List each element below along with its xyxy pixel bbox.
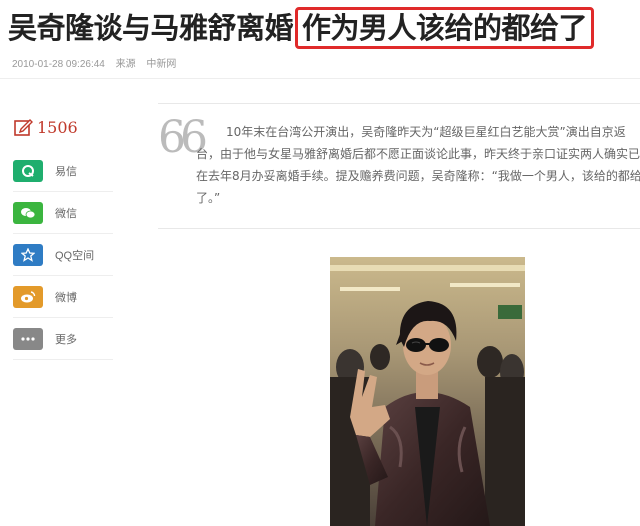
share-label: 微博 [55,291,77,304]
article-title: 吴奇隆谈与马雅舒离婚 作为男人该给的都给了 [8,6,634,50]
share-wechat[interactable]: 微信 [13,192,113,234]
share-list: 易信 微信 QQ空间 微博 更多 [13,150,113,360]
edit-icon [14,119,33,136]
article-meta: 2010-01-28 09:26:44 来源 中新网 [12,55,184,70]
yixin-icon [13,159,43,182]
share-yixin[interactable]: 易信 [13,150,113,192]
share-weibo[interactable]: 微博 [13,276,113,318]
share-label: 易信 [55,165,77,178]
share-count[interactable]: 1506 [13,116,78,138]
qzone-icon [13,243,43,266]
share-label: QQ空间 [55,249,95,262]
more-icon [13,327,43,350]
article-photo [330,257,525,526]
weibo-icon [13,285,43,308]
photo-image [330,257,525,526]
article-summary: 66 10年末在台湾公开演出，吴奇隆昨天为“超级巨星红白艺能大赏”演出自京返台，… [158,103,640,229]
divider [0,78,640,79]
share-qzone[interactable]: QQ空间 [13,234,113,276]
share-more[interactable]: 更多 [13,318,113,360]
share-label: 更多 [55,333,77,346]
title-prefix: 吴奇隆谈与马雅舒离婚 [8,11,294,45]
share-count-value: 1506 [37,117,78,137]
share-label: 微信 [55,207,77,220]
summary-text: 10年末在台湾公开演出，吴奇隆昨天为“超级巨星红白艺能大赏”演出自京返台，由于他… [196,125,640,205]
publish-date: 2010-01-28 09:26:44 [12,59,105,70]
source-name[interactable]: 中新网 [146,59,176,70]
wechat-icon [13,201,43,224]
source-label: 来源 [115,59,136,70]
title-highlight: 作为男人该给的都给了 [295,7,595,49]
